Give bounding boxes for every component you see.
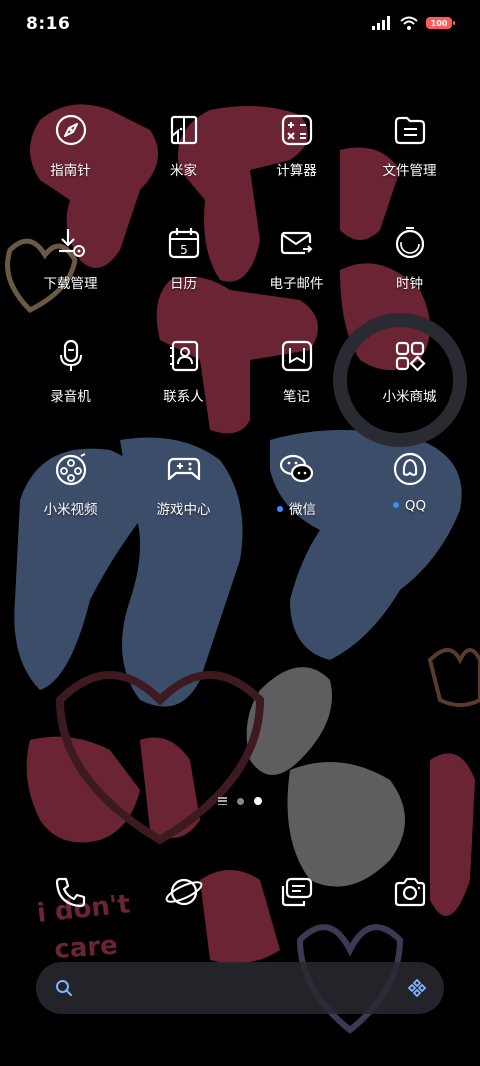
app-calculator[interactable]: 计算器 xyxy=(240,110,353,179)
battery-icon: 100 xyxy=(426,17,455,29)
calendar-icon: 5 xyxy=(168,228,199,259)
app-label: 录音机 xyxy=(50,389,91,405)
app-mihome[interactable]: 米家 xyxy=(127,110,240,179)
app-label: 笔记 xyxy=(283,389,310,405)
notes-icon xyxy=(281,340,312,372)
camera-icon xyxy=(394,877,425,907)
dock-camera[interactable] xyxy=(353,872,466,912)
app-label: 联系人 xyxy=(163,389,204,405)
app-label: 时钟 xyxy=(396,276,423,292)
app-label: 指南针 xyxy=(50,163,91,179)
app-label: 电子邮件 xyxy=(269,276,324,292)
search-bar[interactable] xyxy=(36,962,444,1014)
app-label: 小米商城 xyxy=(382,389,437,405)
app-label: 游戏中心 xyxy=(156,502,211,518)
battery-level: 100 xyxy=(430,18,448,28)
contacts-icon xyxy=(169,340,198,372)
app-label: 文件管理 xyxy=(382,163,437,179)
new-indicator-dot xyxy=(277,506,283,512)
page-dot-active xyxy=(254,797,262,805)
wifi-icon xyxy=(400,16,418,30)
app-downloads[interactable]: 下载管理 xyxy=(14,223,127,292)
app-label: 计算器 xyxy=(276,163,317,179)
gamepad-icon xyxy=(167,457,200,481)
sticker-text-line2: care xyxy=(53,931,118,965)
wechat-icon xyxy=(279,454,313,483)
app-recorder[interactable]: 录音机 xyxy=(14,336,127,405)
status-time: 8:16 xyxy=(26,14,71,34)
app-label: 小米视频 xyxy=(43,502,98,518)
ai-assistant-icon[interactable] xyxy=(406,977,428,999)
dock-browser[interactable] xyxy=(127,872,240,912)
new-indicator-dot xyxy=(392,502,399,508)
calendar-day: 5 xyxy=(180,243,188,257)
download-icon xyxy=(58,229,85,257)
dock-messages[interactable] xyxy=(240,872,353,912)
status-icons: 100 xyxy=(372,16,455,30)
compass-icon xyxy=(55,114,86,146)
phone-icon xyxy=(55,877,85,908)
app-compass[interactable]: 指南针 xyxy=(14,110,127,179)
messages-icon xyxy=(281,877,312,907)
app-label: QQ xyxy=(353,498,466,514)
app-email[interactable]: 电子邮件 xyxy=(240,223,353,292)
status-bar: 8:16 100 xyxy=(0,0,480,50)
app-drawer-indicator-icon xyxy=(218,797,227,805)
app-game-center[interactable]: 游戏中心 xyxy=(127,449,240,518)
app-calendar[interactable]: 5 日历 xyxy=(127,223,240,292)
app-label: 日历 xyxy=(170,276,197,292)
app-label: 微信 xyxy=(240,498,353,518)
app-clock[interactable]: 时钟 xyxy=(353,223,466,292)
app-wechat[interactable]: 微信 xyxy=(240,449,353,518)
calculator-icon xyxy=(281,114,312,146)
app-label: 米家 xyxy=(170,163,197,179)
video-icon xyxy=(55,453,86,486)
app-qq[interactable]: QQ xyxy=(353,449,466,514)
app-file-manager[interactable]: 文件管理 xyxy=(353,110,466,179)
app-notes[interactable]: 笔记 xyxy=(240,336,353,405)
home-icon xyxy=(170,115,197,145)
search-icon xyxy=(56,980,72,996)
page-indicator[interactable] xyxy=(0,797,480,805)
app-label-text: QQ xyxy=(404,498,427,514)
app-contacts[interactable]: 联系人 xyxy=(127,336,240,405)
clock-icon xyxy=(395,227,424,259)
qq-icon xyxy=(393,452,426,486)
app-label-text: 微信 xyxy=(289,502,316,518)
page-dot xyxy=(237,797,244,805)
browser-icon xyxy=(165,878,202,906)
app-mi-store[interactable]: 小米商城 xyxy=(353,336,466,405)
dock-phone[interactable] xyxy=(14,872,127,912)
mail-icon xyxy=(280,231,312,255)
store-icon xyxy=(395,341,426,372)
app-mi-video[interactable]: 小米视频 xyxy=(14,449,127,518)
app-label: 下载管理 xyxy=(43,276,98,292)
folder-icon xyxy=(394,116,425,145)
microphone-icon xyxy=(59,339,82,371)
signal-icon xyxy=(372,16,390,30)
